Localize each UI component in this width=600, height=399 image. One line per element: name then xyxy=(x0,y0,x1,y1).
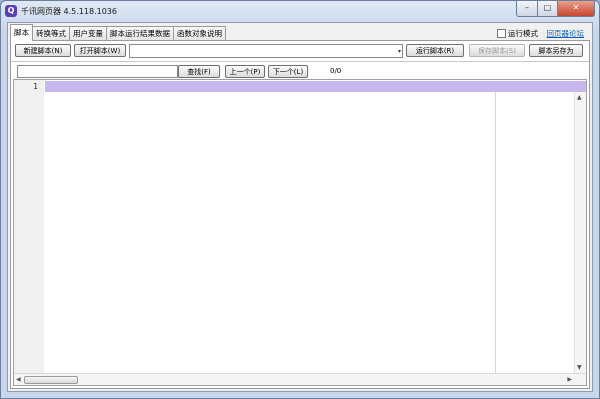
script-editor[interactable]: 1 ▲ ▼ ◀ ▶ xyxy=(13,79,587,386)
close-button[interactable]: ✕ xyxy=(558,1,595,17)
window-controls: – □ ✕ xyxy=(516,1,595,17)
scroll-left-icon[interactable]: ◀ xyxy=(16,376,21,383)
toolbar-divider xyxy=(11,61,589,62)
new-script-button[interactable]: 新建脚本(N) xyxy=(15,44,71,57)
title-bar[interactable]: Q 千讯网页器 4.5.118.1036 – □ ✕ xyxy=(1,1,599,21)
scroll-right-icon[interactable]: ▶ xyxy=(567,376,572,383)
next-button[interactable]: 下一个(L) xyxy=(268,65,308,78)
search-input[interactable] xyxy=(17,65,178,78)
app-window: Q 千讯网页器 4.5.118.1036 – □ ✕ 脚本 转换等式 用户变量 … xyxy=(0,0,600,399)
run-mode-label: 运行模式 xyxy=(508,29,538,38)
horizontal-scrollbar[interactable]: ◀ ▶ xyxy=(14,373,586,385)
line-number: 1 xyxy=(33,82,38,91)
chevron-down-icon[interactable]: ▾ xyxy=(398,48,401,55)
horizontal-scroll-thumb[interactable] xyxy=(24,376,78,384)
match-count: 0/0 xyxy=(330,67,342,75)
tab-function-docs[interactable]: 函数对象说明 xyxy=(173,26,226,41)
save-script-as-button[interactable]: 脚本另存为 xyxy=(529,44,583,57)
vertical-scrollbar[interactable]: ▲ ▼ xyxy=(574,92,586,373)
run-script-button[interactable]: 运行脚本(R) xyxy=(406,44,464,57)
minimize-button[interactable]: – xyxy=(516,1,538,17)
client-area: 脚本 转换等式 用户变量 脚本运行结果数据 函数对象说明 运行模式 回页器论坛 … xyxy=(7,22,593,392)
find-button[interactable]: 查找(F) xyxy=(178,65,220,78)
app-icon: Q xyxy=(5,5,17,17)
script-select[interactable]: ▾ xyxy=(129,44,403,58)
tab-convert-equation[interactable]: 转换等式 xyxy=(32,26,70,41)
tab-script[interactable]: 脚本 xyxy=(10,24,33,41)
tab-run-results[interactable]: 脚本运行结果数据 xyxy=(106,26,174,41)
tab-strip: 脚本 转换等式 用户变量 脚本运行结果数据 函数对象说明 xyxy=(10,24,226,41)
current-line-highlight[interactable] xyxy=(45,81,586,92)
run-mode-toggle[interactable]: 运行模式 xyxy=(497,28,538,39)
line-number-gutter: 1 xyxy=(14,80,44,373)
forum-link[interactable]: 回页器论坛 xyxy=(547,28,585,39)
script-panel: 新建脚本(N) 打开脚本(W) ▾ 运行脚本(R) 保存脚本(S) 脚本另存为 … xyxy=(10,40,590,389)
tab-user-variables[interactable]: 用户变量 xyxy=(69,26,107,41)
scroll-down-icon[interactable]: ▼ xyxy=(577,364,582,371)
previous-button[interactable]: 上一个(P) xyxy=(225,65,265,78)
edge-guide-line xyxy=(495,92,496,373)
window-title: 千讯网页器 4.5.118.1036 xyxy=(21,7,117,16)
maximize-button[interactable]: □ xyxy=(538,1,558,17)
save-script-button[interactable]: 保存脚本(S) xyxy=(469,44,525,57)
run-mode-checkbox[interactable] xyxy=(497,29,506,38)
scroll-up-icon[interactable]: ▲ xyxy=(577,94,582,101)
open-script-button[interactable]: 打开脚本(W) xyxy=(74,44,126,57)
